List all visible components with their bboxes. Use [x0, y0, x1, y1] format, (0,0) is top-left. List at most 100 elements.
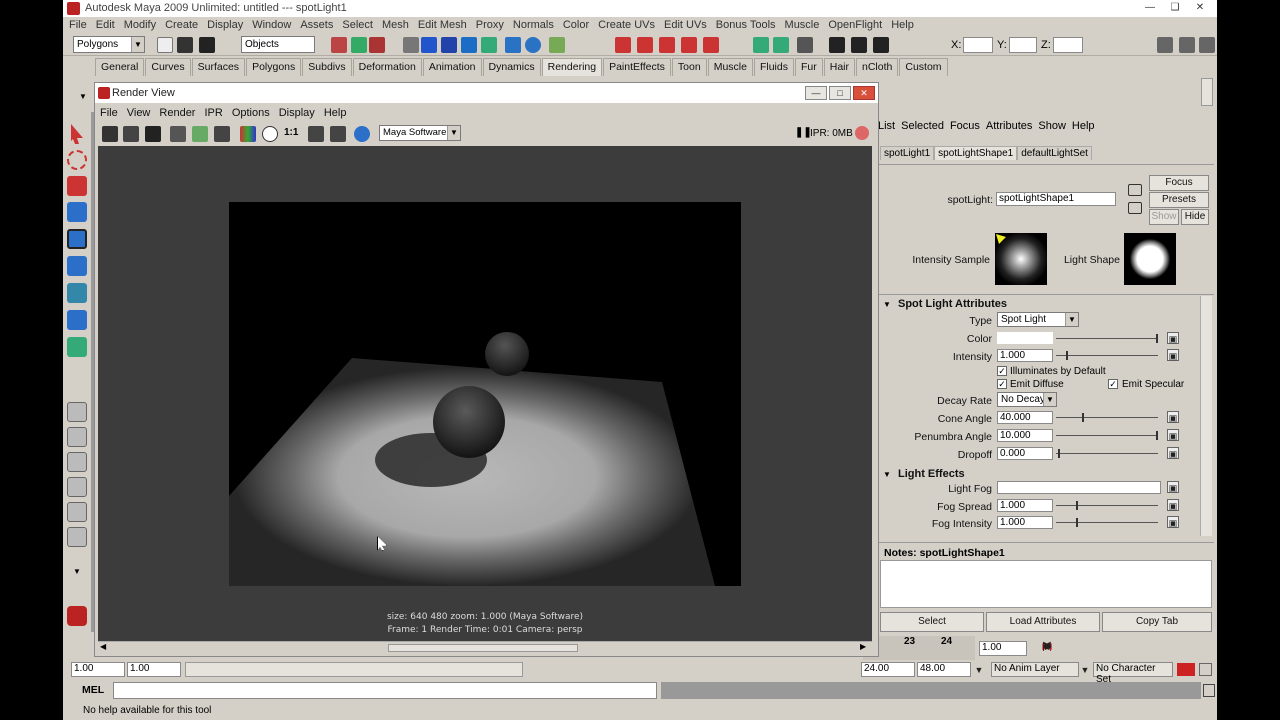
render-view-maximize-button[interactable]: □: [829, 86, 851, 100]
rv-menu-help[interactable]: Help: [324, 105, 347, 121]
new-scene-icon[interactable]: [157, 37, 173, 53]
layout-side-icon[interactable]: [67, 452, 87, 472]
dropoff-slider-thumb[interactable]: [1058, 449, 1061, 458]
hypershade-icon[interactable]: [681, 37, 697, 53]
menu-proxy[interactable]: Proxy: [476, 17, 510, 33]
ipr-render-icon[interactable]: [637, 37, 653, 53]
menu-select[interactable]: Select: [342, 17, 379, 33]
dropoff-map-button[interactable]: ▣: [1167, 447, 1179, 459]
fog-intensity-slider-thumb[interactable]: [1076, 518, 1079, 527]
fog-spread-map-button[interactable]: ▣: [1167, 499, 1179, 511]
shelf-menu-icon[interactable]: ▼: [77, 86, 89, 108]
redo-render-icon[interactable]: [102, 126, 118, 142]
snap-plane-icon[interactable]: [461, 37, 477, 53]
render-canvas[interactable]: size: 640 480 zoom: 1.000 (Maya Software…: [98, 146, 872, 641]
layout-graph-icon[interactable]: [67, 502, 87, 522]
tool-settings-icon[interactable]: [829, 37, 845, 53]
illuminates-checkbox[interactable]: ✓: [997, 366, 1007, 376]
toggle-channel-box-icon[interactable]: [1199, 37, 1215, 53]
open-scene-icon[interactable]: [177, 37, 193, 53]
penumbra-angle-map-button[interactable]: ▣: [1167, 429, 1179, 441]
snap-grid-icon[interactable]: [403, 37, 419, 53]
menu-create-uvs[interactable]: Create UVs: [598, 17, 661, 33]
save-scene-icon[interactable]: [199, 37, 215, 53]
shelf-tab-muscle[interactable]: Muscle: [707, 58, 753, 76]
menu-mesh[interactable]: Mesh: [382, 17, 415, 33]
manipulator-tool-icon[interactable]: [67, 283, 87, 303]
load-attributes-button[interactable]: Load Attributes: [986, 612, 1100, 632]
go-to-end-icon[interactable]: ⏭: [1037, 640, 1057, 656]
snapshot-icon[interactable]: [145, 126, 161, 142]
render-frame-icon[interactable]: [615, 37, 631, 53]
input-line-icon[interactable]: [753, 37, 769, 53]
shelf-tab-dynamics[interactable]: Dynamics: [482, 58, 541, 76]
menu-help[interactable]: Help: [891, 17, 920, 33]
shelf-tab-animation[interactable]: Animation: [422, 58, 482, 76]
penumbra-angle-slider[interactable]: [1056, 435, 1158, 436]
hide-button[interactable]: Hide: [1181, 209, 1209, 225]
display-settings-icon[interactable]: [308, 126, 324, 142]
color-swatch[interactable]: [997, 332, 1053, 344]
section-spot-collapse-icon[interactable]: ▼: [883, 300, 891, 309]
select-button[interactable]: Select: [880, 612, 984, 632]
shelf-tab-polygons[interactable]: Polygons: [246, 58, 302, 76]
channel-box-icon[interactable]: [851, 37, 867, 53]
shelf-tab-fluids[interactable]: Fluids: [753, 58, 794, 76]
ae-vscroll[interactable]: [1200, 296, 1212, 536]
script-editor-icon[interactable]: [1203, 684, 1215, 697]
current-frame-field[interactable]: 1.00: [979, 641, 1027, 656]
ae-tab-spotlight1[interactable]: spotLight1: [880, 146, 935, 160]
shelf-tab-custom[interactable]: Custom: [899, 58, 948, 76]
character-set-dropdown[interactable]: No Character Set: [1093, 662, 1173, 685]
history-icon[interactable]: [505, 37, 521, 53]
fog-spread-slider-thumb[interactable]: [1076, 501, 1079, 510]
range-end-field[interactable]: 24.00: [861, 662, 915, 677]
input-connection-icon[interactable]: [1128, 184, 1142, 196]
render-view-hscroll[interactable]: ◀ ▶: [98, 641, 872, 654]
emit-specular-checkbox[interactable]: ✓: [1108, 379, 1118, 389]
anim-layer-dropdown[interactable]: No Anim Layer: [991, 662, 1079, 677]
ae-tab-spotlightshape1[interactable]: spotLightShape1: [934, 146, 1018, 160]
paint-select-tool-icon[interactable]: [67, 176, 87, 196]
fog-spread-field[interactable]: 1.000: [997, 499, 1053, 512]
rv-menu-display[interactable]: Display: [279, 105, 315, 121]
lasso-tool-icon[interactable]: [67, 150, 87, 170]
ipr-render-icon[interactable]: [123, 126, 139, 142]
cone-angle-field[interactable]: 40.000: [997, 411, 1053, 424]
coord-y-field[interactable]: [1009, 37, 1037, 53]
cone-angle-map-button[interactable]: ▣: [1167, 411, 1179, 423]
scroll-thumb[interactable]: [388, 644, 578, 652]
restore-button[interactable]: ❑: [1164, 1, 1186, 16]
dropoff-slider[interactable]: [1056, 453, 1158, 454]
emit-diffuse-checkbox[interactable]: ✓: [997, 379, 1007, 389]
rotate-tool-icon[interactable]: [67, 229, 87, 249]
anim-prefs-icon[interactable]: [1199, 663, 1212, 676]
shelf-scroll[interactable]: [1201, 78, 1213, 106]
shelf-tab-ncloth[interactable]: nCloth: [856, 58, 899, 76]
close-button[interactable]: ✕: [1189, 1, 1211, 16]
menuset-dropdown[interactable]: Polygons ▼: [73, 36, 145, 53]
menu-normals[interactable]: Normals: [513, 17, 560, 33]
menu-modify[interactable]: Modify: [124, 17, 162, 33]
real-size-button[interactable]: 1:1: [284, 127, 298, 138]
type-dropdown[interactable]: Spot Light ▼: [997, 312, 1079, 327]
rv-menu-view[interactable]: View: [127, 105, 151, 121]
attr-editor-icon[interactable]: [797, 37, 813, 53]
layout-outliner-icon[interactable]: [67, 527, 87, 547]
select-tool-icon[interactable]: [71, 124, 83, 144]
minimize-button[interactable]: —: [1139, 1, 1161, 16]
menu-bonus-tools[interactable]: Bonus Tools: [716, 17, 782, 33]
rv-menu-file[interactable]: File: [100, 105, 118, 121]
ae-menu-attributes[interactable]: Attributes: [986, 120, 1032, 132]
render-view-titlebar[interactable]: Render View — □ ✕: [95, 83, 878, 103]
output-connection-icon[interactable]: [1128, 202, 1142, 214]
cone-slider-thumb[interactable]: [1081, 413, 1084, 422]
menu-file[interactable]: File: [69, 17, 93, 33]
command-line-input[interactable]: [113, 682, 657, 699]
cone-angle-slider[interactable]: [1056, 417, 1158, 418]
copy-tab-button[interactable]: Copy Tab: [1102, 612, 1212, 632]
menu-assets[interactable]: Assets: [300, 17, 339, 33]
focus-button[interactable]: Focus: [1149, 175, 1209, 191]
renderer-dropdown[interactable]: Maya Software ▼: [379, 125, 461, 141]
shelf-tab-hair[interactable]: Hair: [823, 58, 855, 76]
